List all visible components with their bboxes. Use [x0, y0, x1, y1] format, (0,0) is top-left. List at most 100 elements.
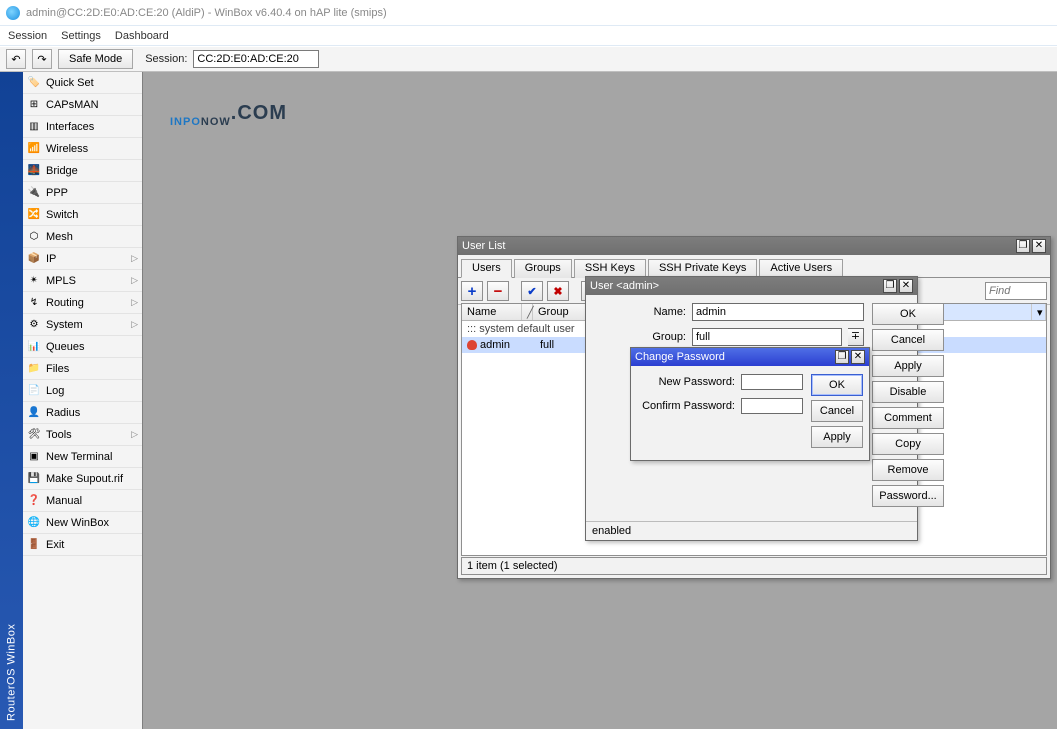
sidebar-item-label: CAPsMAN	[46, 99, 99, 111]
quick-set-icon: 🏷️	[27, 76, 41, 90]
remove-button[interactable]: −	[487, 281, 509, 301]
group-field[interactable]	[692, 328, 842, 346]
sidebar-item-switch[interactable]: 🔀Switch	[23, 204, 142, 226]
user-edit-titlebar[interactable]: User <admin> ❐ ✕	[586, 277, 917, 295]
sidebar-item-label: PPP	[46, 187, 68, 199]
sidebar-item-manual[interactable]: ❓Manual	[23, 490, 142, 512]
sidebar-item-ppp[interactable]: 🔌PPP	[23, 182, 142, 204]
user-list-titlebar[interactable]: User List ❐ ✕	[458, 237, 1050, 255]
menu-session[interactable]: Session	[8, 30, 47, 42]
toolbar: ↶ ↷ Safe Mode Session:	[0, 46, 1057, 72]
session-label: Session:	[145, 53, 187, 65]
close-icon[interactable]: ✕	[851, 350, 865, 364]
change-password-window[interactable]: Change Password ❐ ✕ New Password: Confir…	[630, 347, 870, 461]
sort-icon[interactable]: ╱	[522, 304, 533, 320]
restore-icon[interactable]: ❐	[835, 350, 849, 364]
user-edit-title: User <admin>	[590, 280, 659, 292]
tab-groups[interactable]: Groups	[514, 259, 572, 278]
mpls-icon: ✴	[27, 274, 41, 288]
sidebar-item-quick-set[interactable]: 🏷️ Quick Set	[23, 72, 142, 94]
sidebar-item-log[interactable]: 📄Log	[23, 380, 142, 402]
password--button[interactable]: Password...	[872, 485, 944, 507]
window-title: admin@CC:2D:E0:AD:CE:20 (AldiP) - WinBox…	[26, 7, 387, 19]
user-icon	[467, 340, 477, 350]
session-input[interactable]	[193, 50, 319, 68]
sidebar-item-label: Tools	[46, 429, 72, 441]
sidebar-item-new-terminal[interactable]: ▣New Terminal	[23, 446, 142, 468]
sidebar-item-radius[interactable]: 👤Radius	[23, 402, 142, 424]
label-confirm-password: Confirm Password:	[639, 400, 735, 412]
new-password-field[interactable]	[741, 374, 803, 390]
close-icon[interactable]: ✕	[1032, 239, 1046, 253]
chevron-down-icon[interactable]: ∓	[848, 328, 864, 346]
ok-button[interactable]: OK	[872, 303, 944, 325]
new-winbox-icon: 🌐	[27, 516, 41, 530]
sidebar-item-mesh[interactable]: ⬡Mesh	[23, 226, 142, 248]
col-menu-icon[interactable]: ▾	[1032, 304, 1046, 320]
sidebar-item-label: Exit	[46, 539, 64, 551]
sidebar-item-label: Interfaces	[46, 121, 94, 133]
sidebar-item-capsman[interactable]: ⊞ CAPsMAN	[23, 94, 142, 116]
disable-button[interactable]: Disable	[872, 381, 944, 403]
redo-button[interactable]: ↷	[32, 49, 52, 69]
sidebar-item-ip[interactable]: 📦IP▷	[23, 248, 142, 270]
sidebar-item-label: Mesh	[46, 231, 73, 243]
sidebar-item-new-winbox[interactable]: 🌐New WinBox	[23, 512, 142, 534]
add-button[interactable]: +	[461, 281, 483, 301]
user-list-tabs: Users Groups SSH Keys SSH Private Keys A…	[458, 255, 1050, 278]
tools-icon: 🛠	[27, 428, 41, 442]
restore-icon[interactable]: ❐	[883, 279, 897, 293]
sidebar-item-exit[interactable]: 🚪Exit	[23, 534, 142, 556]
copy-button[interactable]: Copy	[872, 433, 944, 455]
sidebar-item-bridge[interactable]: 🌉Bridge	[23, 160, 142, 182]
close-icon[interactable]: ✕	[899, 279, 913, 293]
tab-users[interactable]: Users	[461, 259, 512, 278]
sidebar-item-label: Quick Set	[46, 77, 94, 89]
user-list-title: User List	[462, 240, 505, 252]
sidebar-item-label: Queues	[46, 341, 85, 353]
undo-button[interactable]: ↶	[6, 49, 26, 69]
remove-button[interactable]: Remove	[872, 459, 944, 481]
sidebar-item-tools[interactable]: 🛠Tools▷	[23, 424, 142, 446]
sidebar-item-wireless[interactable]: 📶 Wireless	[23, 138, 142, 160]
sidebar-item-interfaces[interactable]: ▥Interfaces	[23, 116, 142, 138]
safe-mode-button[interactable]: Safe Mode	[58, 49, 133, 69]
sidebar-item-system[interactable]: ⚙System▷	[23, 314, 142, 336]
user-edit-status: enabled	[586, 521, 917, 540]
apply-button[interactable]: Apply	[811, 426, 863, 448]
sidebar-item-files[interactable]: 📁Files	[23, 358, 142, 380]
cancel-button[interactable]: Cancel	[872, 329, 944, 351]
sidebar-item-mpls[interactable]: ✴MPLS▷	[23, 270, 142, 292]
label-name: Name:	[594, 306, 686, 318]
sidebar: 🏷️ Quick Set ⊞ CAPsMAN ▥Interfaces 📶 Wireless 🌉…	[23, 72, 143, 729]
cell-name: admin	[480, 339, 510, 351]
sidebar-item-label: Manual	[46, 495, 82, 507]
sidebar-item-label: Switch	[46, 209, 78, 221]
change-password-titlebar[interactable]: Change Password ❐ ✕	[631, 348, 869, 366]
sidebar-item-routing[interactable]: ↯Routing▷	[23, 292, 142, 314]
enable-button[interactable]: ✔	[521, 281, 543, 301]
sidebar-item-label: MPLS	[46, 275, 76, 287]
menu-dashboard[interactable]: Dashboard	[115, 30, 169, 42]
apply-button[interactable]: Apply	[872, 355, 944, 377]
sidebar-item-queues[interactable]: 📊Queues	[23, 336, 142, 358]
sidebar-item-label: System	[46, 319, 83, 331]
col-name[interactable]: Name	[462, 304, 522, 320]
sidebar-item-label: Wireless	[46, 143, 88, 155]
files-icon: 📁	[27, 362, 41, 376]
wireless-icon: 📶	[27, 142, 41, 156]
chevron-right-icon: ▷	[131, 319, 138, 330]
capsman-icon: ⊞	[27, 98, 41, 112]
confirm-password-field[interactable]	[741, 398, 803, 414]
sidebar-item-make-supout.rif[interactable]: 💾Make Supout.rif	[23, 468, 142, 490]
find-input[interactable]	[985, 282, 1047, 300]
comment-button[interactable]: Comment	[872, 407, 944, 429]
sidebar-item-label: Routing	[46, 297, 84, 309]
ok-button[interactable]: OK	[811, 374, 863, 396]
menu-settings[interactable]: Settings	[61, 30, 101, 42]
cancel-button[interactable]: Cancel	[811, 400, 863, 422]
restore-icon[interactable]: ❐	[1016, 239, 1030, 253]
name-field[interactable]	[692, 303, 864, 321]
disable-button[interactable]: ✖	[547, 281, 569, 301]
col-group[interactable]: Group	[533, 304, 588, 320]
